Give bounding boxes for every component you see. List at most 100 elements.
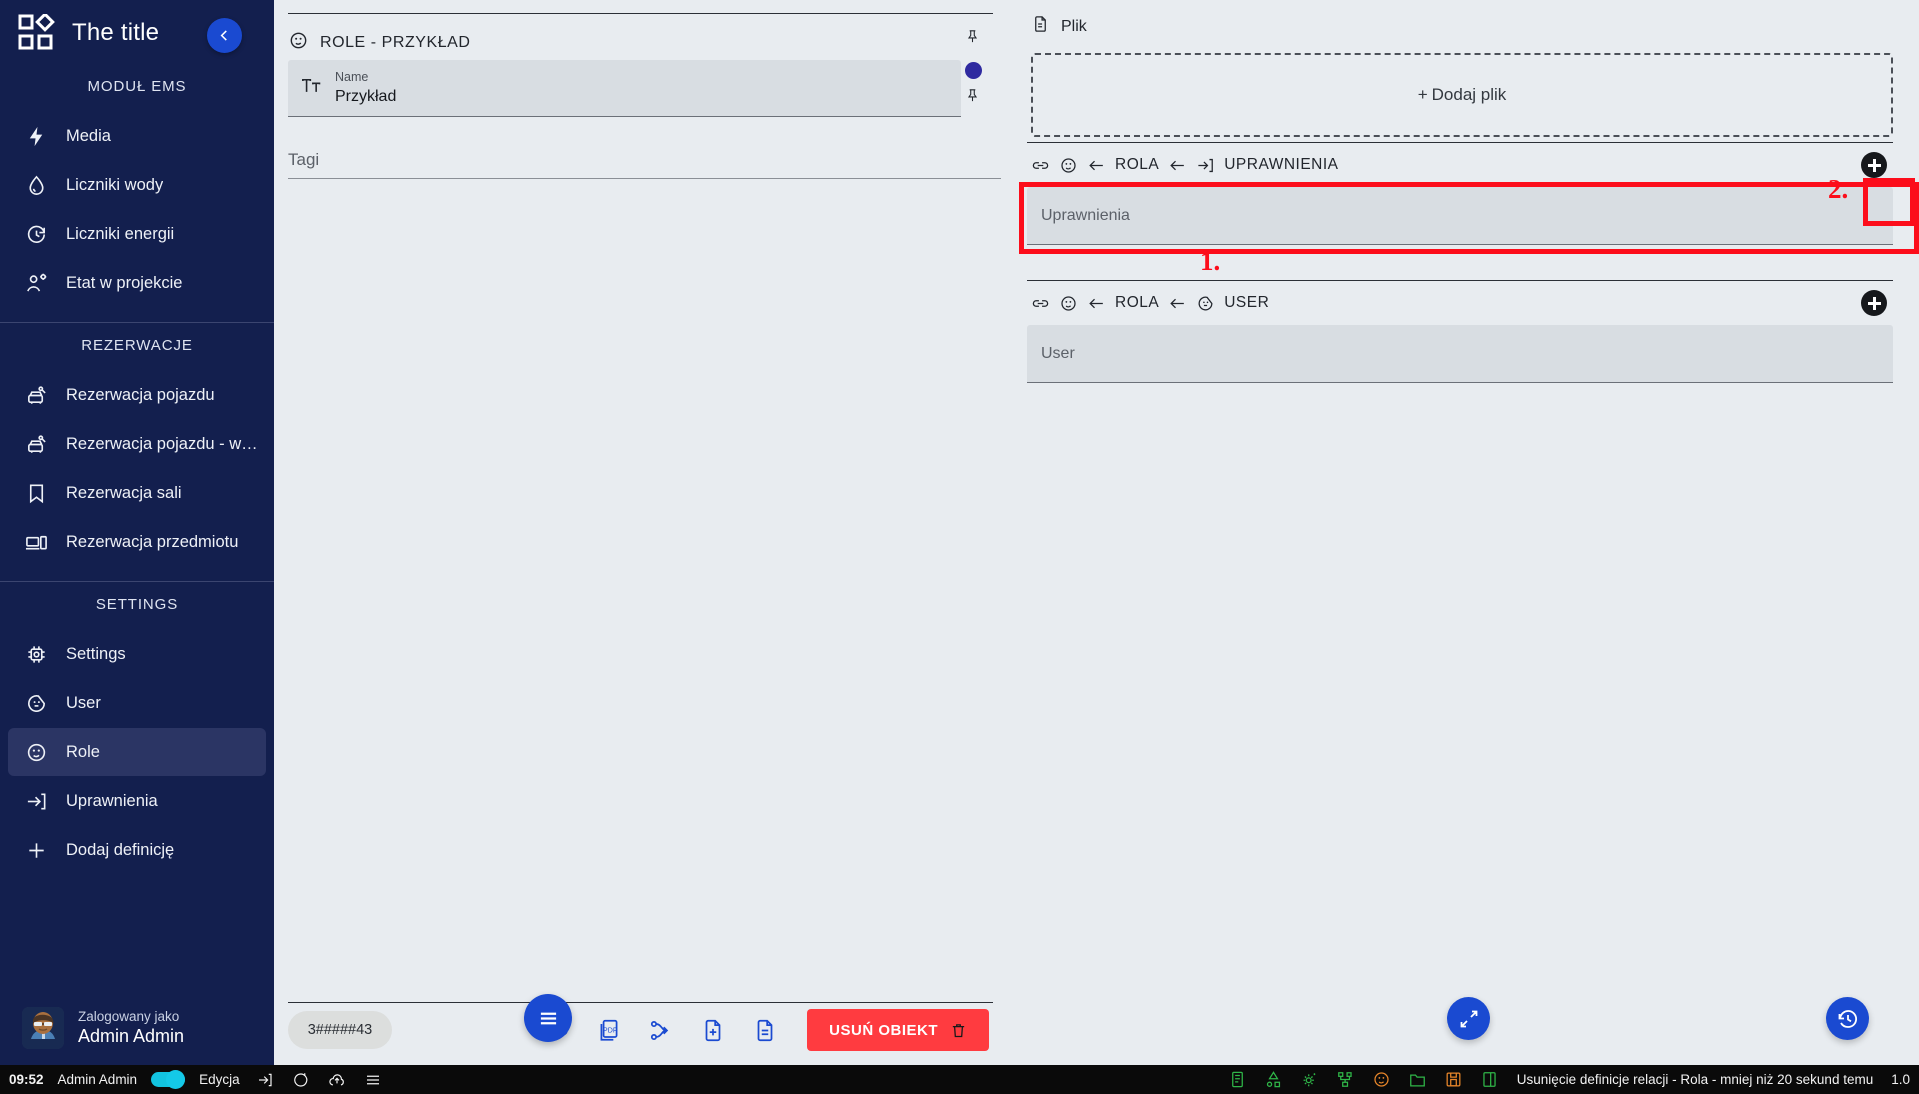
sidebar-item-liczniki-wody[interactable]: Liczniki wody	[8, 161, 266, 209]
sidebar-item-label: Etat w projekcie	[66, 273, 183, 292]
expand-panel-button[interactable]	[1447, 997, 1490, 1040]
pin-field-button[interactable]	[964, 86, 981, 110]
delete-object-button[interactable]: USUŃ OBIEKT	[807, 1009, 989, 1051]
refresh-icon[interactable]	[290, 1070, 312, 1090]
hamburger-icon	[540, 1012, 556, 1024]
sidebar-item-rezerwacja-przedmiotu[interactable]: Rezerwacja przedmiotu	[8, 518, 266, 566]
delete-object-label: USUŃ OBIEKT	[829, 1021, 938, 1039]
status-time: 09:52	[9, 1072, 44, 1087]
menu-icon[interactable]	[362, 1070, 384, 1090]
sidebar-item-liczniki-energii[interactable]: Liczniki energii	[8, 210, 266, 258]
arrow-into-bracket-icon	[24, 789, 48, 813]
car-key-icon	[24, 383, 48, 407]
sidebar-item-user[interactable]: User	[8, 679, 266, 727]
relation-field-user[interactable]: User	[1027, 325, 1893, 383]
file-icon	[1031, 14, 1050, 39]
status-bar-left: 09:52 Admin Admin Edycja	[0, 1070, 384, 1090]
plus-icon	[24, 838, 48, 862]
logged-in-user[interactable]: Zalogowany jako Admin Admin	[0, 997, 274, 1065]
link-icon	[1032, 299, 1049, 307]
sidebar-item-rezerwacja-pojazdu[interactable]: Rezerwacja pojazdu	[8, 371, 266, 419]
hierarchy-green-icon[interactable]	[1336, 1070, 1355, 1089]
sidebar-nav: MODUŁ EMS Media Liczniki wody Liczniki e…	[0, 64, 274, 997]
chevron-left-icon	[220, 30, 227, 41]
sidebar-item-rezerwacja-sali[interactable]: Rezerwacja sali	[8, 469, 266, 517]
relation-field-uprawnienia[interactable]: Uprawnienia	[1027, 187, 1893, 245]
user-face-icon	[24, 691, 48, 715]
sidebar-section-title: REZERWACJE	[81, 337, 193, 354]
relation-breadcrumb: ROLA USER	[1031, 294, 1269, 313]
relation-crumb-source: ROLA	[1115, 294, 1160, 311]
folder-green-icon[interactable]	[1408, 1070, 1427, 1089]
cloud-upload-icon[interactable]	[326, 1070, 348, 1090]
sidebar-item-label: Liczniki wody	[66, 175, 164, 194]
sidebar-item-uprawnienia[interactable]: Uprawnienia	[8, 777, 266, 825]
role-orange-icon[interactable]	[1372, 1070, 1391, 1089]
sidebar-item-label: Media	[66, 126, 111, 145]
arrow-left-icon	[1089, 160, 1103, 170]
pdf-copy-icon[interactable]: PDF	[595, 1015, 623, 1045]
link-icon	[1032, 161, 1049, 169]
relation-breadcrumb: ROLA UPRAWNIENIA	[1031, 156, 1339, 175]
sidebar-item-rezerwacja-pojazdu-wniosek[interactable]: Rezerwacja pojazdu - wni…	[8, 420, 266, 468]
sidebar-collapse-button[interactable]	[207, 18, 242, 53]
document-green-icon[interactable]	[1228, 1070, 1247, 1089]
sidebar-section-title: SETTINGS	[95, 596, 179, 613]
edit-mode-toggle[interactable]	[151, 1070, 186, 1089]
history-icon	[1838, 1009, 1857, 1028]
add-relation-user-button[interactable]	[1861, 290, 1887, 316]
status-message: Usunięcie definicje relacji - Rola - mni…	[1516, 1072, 1874, 1087]
file-icon[interactable]	[751, 1015, 779, 1045]
chip-gear-icon	[24, 642, 48, 666]
relation-block-user: ROLA USER User	[1027, 280, 1893, 383]
relation-crumb-source: ROLA	[1115, 156, 1160, 173]
trash-icon	[952, 1023, 965, 1037]
object-header: ROLE - PRZYKŁAD	[288, 30, 471, 56]
file-section-header: Plik	[1031, 14, 1893, 39]
relation-block-uprawnienia: ROLA UPRAWNIENIA Uprawnienia	[1027, 142, 1893, 245]
app-window: The title MODUŁ EMS Media Liczniki wody	[0, 0, 1919, 1094]
pin-header-button[interactable]	[964, 27, 981, 51]
object-id-chip[interactable]: 3#####43	[288, 1011, 392, 1049]
role-face-icon	[288, 30, 309, 56]
role-face-icon	[24, 740, 48, 764]
sidebar-item-etat-w-projekcie[interactable]: Etat w projekcie	[8, 259, 266, 307]
status-dot-indicator	[965, 62, 982, 79]
sidebar-item-role[interactable]: Role	[8, 728, 266, 776]
sidebar-section-title: MODUŁ EMS	[87, 78, 187, 95]
add-relation-uprawnienia-button[interactable]	[1861, 152, 1887, 178]
sidebar-item-settings[interactable]: Settings	[8, 630, 266, 678]
user-caption: Zalogowany jako	[78, 1009, 180, 1024]
sidebar-section-ems: MODUŁ EMS Media Liczniki wody Liczniki e…	[0, 64, 274, 323]
object-toolbar: PDF USUŃ OBIEKT	[543, 1009, 989, 1051]
tags-field[interactable]: Tagi	[288, 150, 1008, 179]
system-tray	[1228, 1070, 1499, 1089]
arrow-left-icon	[1170, 160, 1185, 170]
status-bar-right: Usunięcie definicje relacji - Rola - mni…	[1228, 1070, 1919, 1089]
bookmark-icon	[24, 481, 48, 505]
logout-icon[interactable]	[254, 1070, 276, 1090]
page-title: ROLE - PRZYKŁAD	[320, 34, 471, 51]
panel-green-icon[interactable]	[1480, 1070, 1499, 1089]
sidebar-item-dodaj-definicje[interactable]: Dodaj definicję	[8, 826, 266, 874]
sidebar-section-settings: SETTINGS Settings User Role Uprawnienia …	[0, 582, 274, 889]
relation-header: ROLA UPRAWNIENIA	[1027, 143, 1893, 187]
sidebar-item-media[interactable]: Media	[8, 112, 266, 160]
gear-green-icon[interactable]	[1300, 1070, 1319, 1089]
object-menu-button[interactable]	[524, 994, 572, 1042]
name-field[interactable]: Name Przykład	[288, 60, 961, 117]
name-field-value: Przykład	[335, 88, 397, 105]
save-orange-icon[interactable]	[1444, 1070, 1463, 1089]
merge-branch-icon[interactable]	[647, 1015, 675, 1045]
sidebar: The title MODUŁ EMS Media Liczniki wody	[0, 0, 274, 1065]
history-button[interactable]	[1826, 997, 1869, 1040]
file-dropzone[interactable]: + Dodaj plik	[1031, 53, 1893, 137]
sidebar-item-label: Uprawnienia	[66, 791, 158, 810]
arrow-left-icon	[1089, 298, 1103, 308]
file-add-icon[interactable]	[699, 1015, 727, 1045]
diagram-green-icon[interactable]	[1264, 1070, 1283, 1089]
relation-crumb-target: USER	[1224, 294, 1270, 311]
name-field-texts: Name Przykład	[335, 70, 396, 106]
file-section-title: Plik	[1061, 17, 1087, 35]
user-text-wrap: Zalogowany jako Admin Admin	[78, 1009, 184, 1047]
